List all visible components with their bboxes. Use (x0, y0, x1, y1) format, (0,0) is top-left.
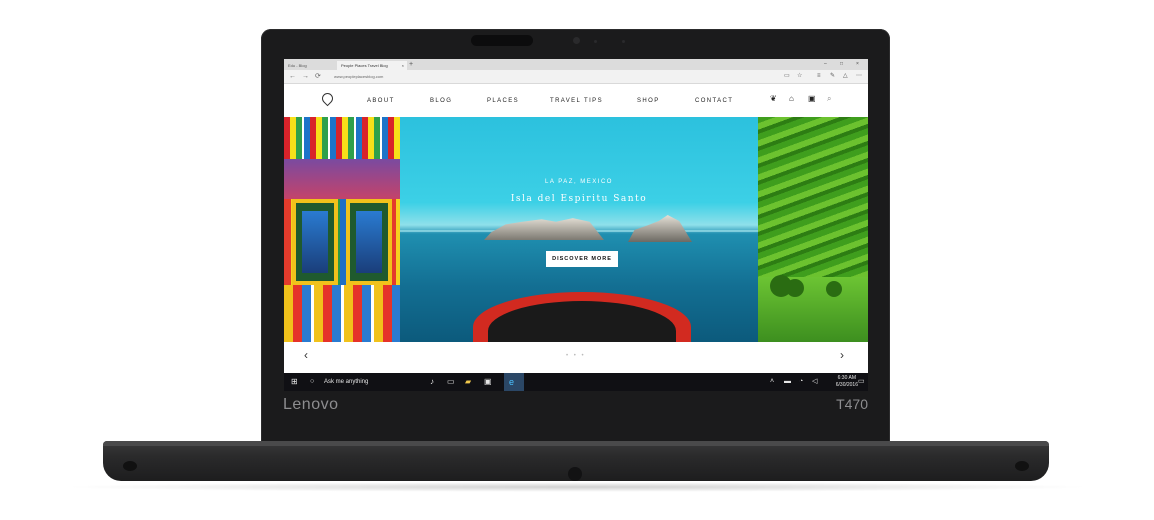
network-icon[interactable]: ◔ (799, 373, 803, 391)
island-rock (628, 215, 692, 242)
store-icon[interactable]: ▣ (484, 373, 492, 391)
microphone-icon[interactable]: ♪ (430, 373, 434, 391)
laptop-lid: Edu - Blog People Places Travel Blog × + … (261, 29, 890, 443)
back-icon[interactable]: ← (289, 71, 296, 82)
model-label: T470 (836, 396, 868, 412)
browser-tab-active[interactable]: People Places Travel Blog × (337, 61, 407, 70)
edge-icon: e (509, 377, 515, 387)
nav-shop[interactable]: SHOP (637, 97, 660, 105)
laptop-shadow (60, 482, 1094, 492)
carousel-next-button[interactable]: › (840, 348, 844, 362)
maximize-button[interactable]: □ (840, 60, 843, 69)
laptop-base (103, 441, 1049, 481)
more-icon[interactable]: ⋯ (856, 71, 862, 82)
cortana-search-box[interactable]: Ask me anything (324, 378, 368, 386)
lid-notch (568, 467, 582, 481)
tab-label: People Places Travel Blog (341, 63, 388, 68)
close-tab-icon[interactable]: × (402, 61, 404, 70)
location-pin-logo-icon[interactable] (319, 90, 336, 107)
hero-slide-image: LA PAZ, MEXICO Isla del Espiritu Santo D… (400, 117, 758, 342)
nav-blog[interactable]: BLOG (430, 97, 452, 105)
hero-title: Isla del Espiritu Santo (510, 194, 648, 204)
show-hidden-icons-icon[interactable]: ˄ (770, 373, 774, 391)
edge-taskbar-button[interactable]: e (504, 373, 524, 391)
rubber-foot (123, 461, 137, 471)
cortana-icon[interactable]: ○ (310, 373, 314, 391)
browser-tab[interactable]: Edu - Blog (284, 61, 336, 70)
island-rock (484, 218, 604, 240)
forward-icon[interactable]: → (302, 71, 309, 82)
hub-icon[interactable]: ≡ (817, 71, 821, 82)
webcam-icon (573, 37, 580, 44)
reading-view-icon[interactable]: ▭ (784, 71, 790, 82)
sensor-dot (594, 40, 597, 43)
discover-more-button[interactable]: DISCOVER MORE (546, 251, 618, 267)
favorites-star-icon[interactable]: ☆ (797, 71, 802, 82)
browser-tab-bar: Edu - Blog People Places Travel Blog × + … (284, 59, 868, 70)
refresh-icon[interactable]: ⟳ (315, 71, 321, 82)
rubber-foot (1015, 461, 1029, 471)
web-note-icon[interactable]: ✎ (830, 71, 835, 82)
instagram-icon[interactable]: ▣ (808, 94, 816, 104)
bag-icon[interactable]: ⌂ (789, 94, 794, 104)
hero-carousel: LA PAZ, MEXICO Isla del Espiritu Santo D… (284, 117, 868, 342)
carousel-dots[interactable]: • • • (566, 352, 586, 360)
hero-location: LA PAZ, MEXICO (545, 179, 613, 185)
nav-about[interactable]: ABOUT (367, 97, 395, 105)
site-header: ABOUT BLOG PLACES TRAVEL TIPS SHOP CONTA… (284, 84, 868, 117)
task-view-icon[interactable]: ▭ (447, 373, 455, 391)
minimize-button[interactable]: – (824, 60, 827, 69)
nav-places[interactable]: PLACES (487, 97, 519, 105)
taskbar-time[interactable]: 6:30 AM (838, 375, 856, 381)
carousel-controls: ‹ • • • › (284, 342, 868, 370)
green-hills-image[interactable] (758, 117, 868, 342)
carousel-prev-button[interactable]: ‹ (304, 348, 308, 362)
file-explorer-icon[interactable]: ▰ (465, 373, 471, 391)
url-field[interactable]: www.peopleplacesblog.com (334, 73, 383, 80)
volume-icon[interactable]: ◁ (812, 373, 817, 391)
tab-label: Edu - Blog (288, 63, 307, 68)
sensor-dot (622, 40, 625, 43)
battery-icon[interactable]: ▬ (784, 373, 791, 391)
laptop-screen: Edu - Blog People Places Travel Blog × + … (284, 59, 868, 391)
nav-contact[interactable]: CONTACT (695, 97, 733, 105)
new-tab-button[interactable]: + (409, 60, 413, 69)
nav-travel-tips[interactable]: TRAVEL TIPS (550, 97, 603, 105)
action-center-icon[interactable]: ▭ (858, 373, 865, 391)
taskbar-date[interactable]: 6/30/2016 (836, 382, 858, 388)
close-window-button[interactable]: × (856, 60, 859, 69)
share-icon[interactable]: △ (843, 71, 848, 82)
lenovo-logo: Lenovo (283, 396, 339, 413)
windows-start-icon[interactable]: ⊞ (291, 373, 298, 391)
tree-shape (786, 279, 804, 297)
webcam-strip (471, 35, 533, 46)
twitter-icon[interactable]: ❦ (770, 94, 777, 104)
windows-taskbar: ⊞ ○ Ask me anything ♪ ▭ ▰ ▣ e ˄ ▬ ◔ ◁ ▭ … (284, 373, 868, 391)
search-icon[interactable]: ⌕ (827, 94, 831, 104)
tree-shape (826, 281, 842, 297)
colorful-building-image[interactable] (284, 117, 400, 342)
browser-address-bar: ← → ⟳ www.peopleplacesblog.com ▭ ☆ ≡ ✎ △… (284, 70, 868, 84)
